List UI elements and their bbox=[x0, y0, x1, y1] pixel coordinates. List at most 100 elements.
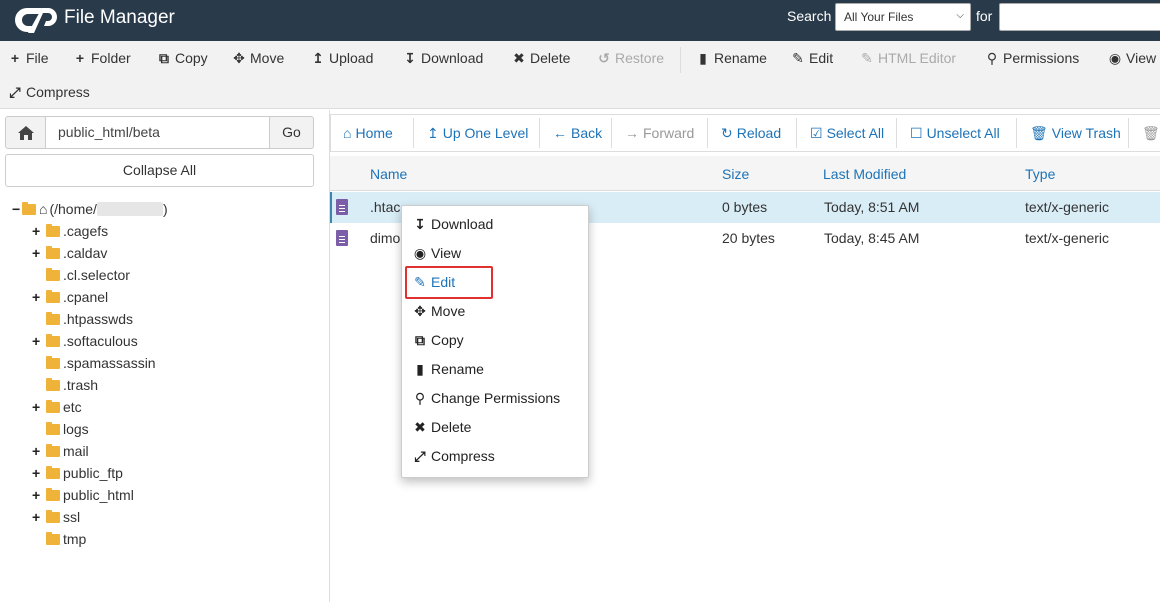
file-type: text/x-generic bbox=[1025, 230, 1110, 246]
unselect-all-button[interactable]: ☐ Unselect All bbox=[910, 124, 1000, 142]
search-input[interactable] bbox=[999, 3, 1160, 31]
new-file-button[interactable]: + File bbox=[8, 48, 49, 68]
tree-root[interactable]: − ⌂ (/home/) bbox=[12, 199, 168, 219]
collapse-all-button[interactable]: Collapse All bbox=[5, 154, 314, 187]
folder-icon bbox=[46, 356, 60, 369]
plus-icon: + bbox=[75, 50, 85, 66]
folder-icon bbox=[46, 268, 60, 281]
tree-folder-label: .cagefs bbox=[63, 223, 109, 239]
select-all-button[interactable]: ☑ Select All bbox=[810, 124, 884, 142]
tree-folder-item[interactable]: + .caldav bbox=[32, 243, 107, 263]
new-folder-button[interactable]: + Folder bbox=[73, 48, 131, 68]
upload-button[interactable]: ↥ Upload bbox=[311, 48, 373, 68]
view-trash-button[interactable]: 🗑 View Trash bbox=[1030, 124, 1121, 142]
pencil-icon: ✎ bbox=[792, 50, 804, 66]
edit-button[interactable]: ✎ Edit bbox=[791, 48, 833, 68]
search-scope-select[interactable]: All Your Files ⌵ bbox=[835, 3, 971, 31]
tree-folder-item[interactable]: + .softaculous bbox=[32, 331, 138, 351]
tree-folder-label: .spamassassin bbox=[63, 355, 156, 371]
ctx-rename[interactable]: ▮ Rename bbox=[413, 359, 484, 379]
column-type[interactable]: Type bbox=[1025, 166, 1055, 182]
tree-folder-item[interactable]: tmp bbox=[32, 529, 86, 549]
tree-folder-item[interactable]: .spamassassin bbox=[32, 353, 156, 373]
plus-icon[interactable]: + bbox=[32, 397, 42, 417]
compress-button[interactable]: ⤢ Compress bbox=[8, 82, 89, 102]
home-directory-button[interactable] bbox=[5, 116, 46, 149]
ctx-compress[interactable]: ⤢ Compress bbox=[413, 446, 494, 466]
check-square-icon: ☑ bbox=[810, 125, 823, 141]
nav-divider bbox=[611, 118, 612, 148]
forward-button[interactable]: → Forward bbox=[625, 124, 694, 142]
plus-icon[interactable]: + bbox=[32, 287, 42, 307]
plus-icon[interactable]: + bbox=[32, 221, 42, 241]
nav-home-button[interactable]: ⌂ Home bbox=[343, 124, 393, 142]
key-icon: ⚲ bbox=[986, 50, 998, 66]
view-button[interactable]: ◉ View bbox=[1108, 48, 1156, 68]
ctx-move[interactable]: ✥ Move bbox=[413, 301, 465, 321]
tree-folder-item[interactable]: .htpasswds bbox=[32, 309, 133, 329]
tree-folder-item[interactable]: + public_ftp bbox=[32, 463, 123, 483]
delete-button[interactable]: ✖ Delete bbox=[512, 48, 570, 68]
folder-icon bbox=[46, 488, 60, 501]
folder-icon bbox=[46, 400, 60, 413]
upload-icon: ↥ bbox=[312, 50, 324, 66]
minus-icon: − bbox=[12, 201, 21, 217]
plus-icon[interactable]: + bbox=[32, 243, 42, 263]
app-title: File Manager bbox=[64, 7, 175, 28]
reload-button[interactable]: ↻ Reload bbox=[721, 124, 781, 142]
permissions-button[interactable]: ⚲ Permissions bbox=[985, 48, 1079, 68]
copy-button[interactable]: ⧉ Copy bbox=[157, 48, 208, 68]
refresh-icon: ↻ bbox=[721, 125, 733, 141]
tree-folder-item[interactable]: + .cpanel bbox=[32, 287, 108, 307]
plus-icon[interactable]: + bbox=[32, 441, 42, 461]
plus-icon[interactable]: + bbox=[32, 507, 42, 527]
ctx-delete[interactable]: ✖ Delete bbox=[413, 417, 471, 437]
html-editor-button[interactable]: ✎ HTML Editor bbox=[860, 48, 956, 68]
folder-icon bbox=[46, 378, 60, 391]
folder-icon bbox=[46, 246, 60, 259]
column-last-modified[interactable]: Last Modified bbox=[823, 166, 906, 182]
tree-folder-label: etc bbox=[63, 399, 82, 415]
nav-divider bbox=[796, 118, 797, 148]
file-modified: Today, 8:51 AM bbox=[824, 199, 920, 215]
plus-icon[interactable]: + bbox=[32, 331, 42, 351]
column-name[interactable]: Name bbox=[370, 166, 407, 182]
tree-folder-item[interactable]: + etc bbox=[32, 397, 82, 417]
file-size: 20 bytes bbox=[722, 230, 775, 246]
back-button[interactable]: ← Back bbox=[553, 124, 602, 142]
nav-divider bbox=[539, 118, 540, 148]
tree-folder-item[interactable]: + ssl bbox=[32, 507, 80, 527]
tree-folder-item[interactable]: + .cagefs bbox=[32, 221, 108, 241]
tree-folder-item[interactable]: logs bbox=[32, 419, 89, 439]
tree-folder-item[interactable]: .cl.selector bbox=[32, 265, 130, 285]
tree-folder-label: .trash bbox=[63, 377, 99, 393]
up-one-level-button[interactable]: ↥ Up One Level bbox=[427, 124, 528, 142]
home-icon: ⌂ bbox=[343, 125, 352, 141]
tree-folder-item[interactable]: + mail bbox=[32, 441, 89, 461]
ctx-change-permissions[interactable]: ⚲ Change Permissions bbox=[413, 388, 560, 408]
file-name[interactable]: dimo bbox=[370, 230, 400, 246]
ctx-view[interactable]: ◉ View bbox=[413, 243, 461, 263]
download-button[interactable]: ↧ Download bbox=[403, 48, 483, 68]
column-size[interactable]: Size bbox=[722, 166, 749, 182]
ctx-copy[interactable]: ⧉ Copy bbox=[413, 330, 464, 350]
go-button[interactable]: Go bbox=[269, 116, 314, 149]
nav-divider bbox=[1128, 118, 1129, 148]
file-name[interactable]: .htac bbox=[370, 199, 400, 215]
plus-icon[interactable]: + bbox=[32, 485, 42, 505]
arrow-left-icon: ← bbox=[553, 125, 567, 141]
file-modified: Today, 8:45 AM bbox=[824, 230, 920, 246]
tree-folder-label: public_html bbox=[63, 487, 134, 503]
tree-folder-item[interactable]: + public_html bbox=[32, 485, 134, 505]
path-input[interactable]: public_html/beta bbox=[45, 116, 271, 149]
tree-folder-item[interactable]: .trash bbox=[32, 375, 98, 395]
plus-icon[interactable]: + bbox=[32, 463, 42, 483]
move-button[interactable]: ✥ Move bbox=[232, 48, 284, 68]
restore-button[interactable]: ↺ Restore bbox=[597, 48, 664, 68]
tree-folder-label: .cpanel bbox=[63, 289, 109, 305]
rename-button[interactable]: ▮ Rename bbox=[696, 48, 767, 68]
empty-trash-button[interactable]: 🗑 bbox=[1142, 124, 1160, 142]
ctx-download[interactable]: ↧ Download bbox=[413, 214, 493, 234]
nav-divider bbox=[1016, 118, 1017, 148]
eye-icon: ◉ bbox=[1108, 50, 1122, 66]
